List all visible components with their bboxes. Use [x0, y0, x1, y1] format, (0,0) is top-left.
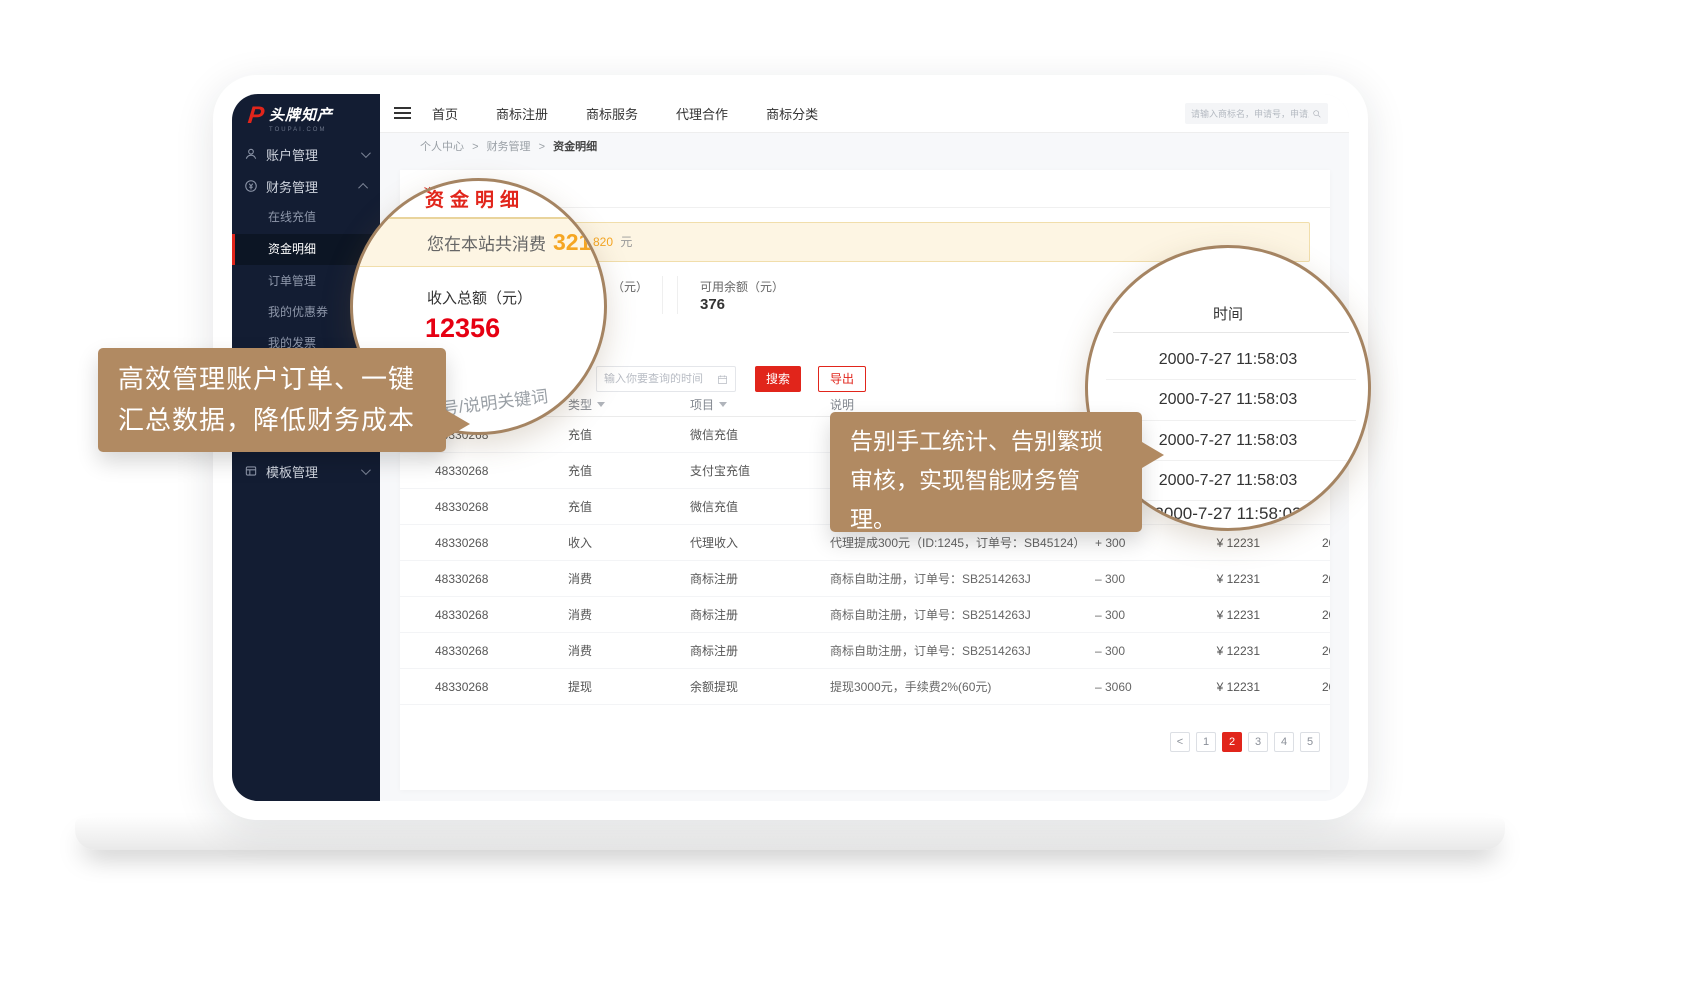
callout-left: 高效管理账户订单、一键 汇总数据，降低财务成本 — [98, 348, 446, 452]
stage: P 头牌知产 TOUPAI.COM 账户管理 财务管理 — [0, 0, 1696, 1002]
chevron-down-icon — [361, 465, 371, 475]
lens-income-value: 12356 — [425, 313, 500, 344]
divider — [1106, 379, 1356, 380]
table-row: 48330268提现 余额提现提现3000元，手续费2%(60元) – 3060… — [400, 669, 1330, 705]
divider — [1106, 500, 1356, 501]
table-row: 48330268消费 商标注册商标自助注册，订单号：SB2514263J – 3… — [400, 561, 1330, 597]
sidebar-item-finance[interactable]: 财务管理 — [232, 172, 380, 200]
trademark-search-box — [1185, 103, 1328, 124]
breadcrumb-finance[interactable]: 财务管理 — [487, 141, 531, 153]
sort-chevron-icon — [719, 402, 727, 407]
laptop-base — [75, 818, 1505, 850]
nav-item-home[interactable]: 首页 — [432, 104, 458, 123]
callout-left-line: 高效管理账户订单、一键 — [118, 359, 426, 400]
breadcrumb-current: 资金明细 — [553, 141, 597, 153]
table-row: 48330268消费 商标注册商标自助注册，订单号：SB2514263J – 3… — [400, 597, 1330, 633]
sort-chevron-icon — [597, 402, 605, 407]
callout-pointer-icon — [1142, 442, 1164, 468]
search-button[interactable]: 搜索 — [755, 366, 801, 392]
callout-right: 告别手工统计、告别繁琐 审核，实现智能财务管 理。 — [830, 412, 1142, 532]
callout-right-line: 告别手工统计、告别繁琐 — [850, 422, 1122, 461]
lens-time-value: 2000-7-27 11:58:03 — [1088, 351, 1368, 369]
user-icon — [244, 147, 258, 161]
pagination-page-5[interactable]: 5 — [1300, 732, 1320, 752]
divider — [1106, 420, 1356, 421]
pagination-page-3[interactable]: 3 — [1248, 732, 1268, 752]
brand-logo-icon: P — [247, 104, 266, 128]
pagination-page-4[interactable]: 4 — [1274, 732, 1294, 752]
available-balance-label: 可用余额（元） — [700, 278, 784, 295]
sidebar-item-template[interactable]: 模板管理 — [232, 457, 380, 485]
search-icon — [1312, 109, 1322, 119]
template-icon — [244, 464, 258, 478]
divider — [1113, 332, 1349, 333]
header-type-sort[interactable]: 类型 — [568, 396, 690, 413]
sidebar-item-label: 财务管理 — [266, 177, 318, 196]
pagination-prev-button[interactable]: < — [1170, 732, 1190, 752]
chevron-up-icon — [358, 182, 368, 192]
header-desc: 说明 — [830, 396, 1095, 413]
chevron-down-icon — [361, 148, 371, 158]
nav-item-trademark-register[interactable]: 商标注册 — [496, 104, 548, 123]
lens-banner-amount: 32124 — [553, 229, 607, 256]
date-query-input[interactable] — [604, 373, 712, 385]
hamburger-menu-icon[interactable] — [394, 107, 411, 122]
breadcrumb-separator: > — [472, 141, 478, 153]
top-navbar: 首页 商标注册 商标服务 代理合作 商标分类 — [380, 94, 1349, 133]
pagination-page-2-active[interactable]: 2 — [1222, 732, 1242, 752]
lens-time-header: 时间 — [1088, 303, 1368, 324]
lens-time-value: 2000-7-27 11:58:03 — [1088, 391, 1368, 409]
nav-item-agent-cooperation[interactable]: 代理合作 — [676, 104, 728, 123]
callout-right-line: 理。 — [850, 500, 1122, 539]
top-navigation: 首页 商标注册 商标服务 代理合作 商标分类 — [432, 94, 818, 133]
trademark-search-input[interactable] — [1191, 109, 1309, 119]
brand-name: 头牌知产 — [269, 104, 333, 125]
divider — [677, 276, 678, 314]
lens-income-label: 收入总额（元） — [427, 287, 532, 308]
lens-banner-prefix: 您在本站共消费 — [427, 230, 546, 255]
breadcrumb: 个人中心 > 财务管理 > 资金明细 — [380, 133, 1349, 161]
table-row: 48330268消费 商标注册商标自助注册，订单号：SB2514263J – 3… — [400, 633, 1330, 669]
header-project-sort[interactable]: 项目 — [690, 396, 830, 413]
lens-tab-text: 资金明细 — [425, 185, 525, 212]
sidebar-item-label: 模板管理 — [266, 462, 318, 481]
callout-right-line: 审核，实现智能财务管 — [850, 461, 1122, 500]
brand-tagline: TOUPAI.COM — [269, 127, 333, 133]
lens-banner-band: 您在本站共消费 32124 — [350, 217, 607, 267]
pagination: < 1 2 3 4 5 — [400, 732, 1320, 752]
pagination-page-1[interactable]: 1 — [1196, 732, 1216, 752]
breadcrumb-personal-center[interactable]: 个人中心 — [420, 141, 464, 153]
divider — [662, 276, 663, 314]
nav-item-trademark-category[interactable]: 商标分类 — [766, 104, 818, 123]
sidebar-item-label: 账户管理 — [266, 145, 318, 164]
available-balance-value: 376 — [700, 296, 725, 313]
export-button[interactable]: 导出 — [818, 366, 866, 392]
callout-left-line: 汇总数据，降低财务成本 — [118, 400, 426, 441]
finance-icon — [244, 179, 258, 193]
sidebar-item-account[interactable]: 账户管理 — [232, 140, 380, 168]
calendar-icon[interactable] — [717, 374, 728, 385]
expense-unit-label: （元） — [612, 278, 648, 295]
breadcrumb-separator: > — [539, 141, 545, 153]
callout-pointer-icon — [446, 410, 470, 438]
brand-logo[interactable]: P 头牌知产 TOUPAI.COM — [248, 104, 333, 133]
nav-item-trademark-service[interactable]: 商标服务 — [586, 104, 638, 123]
date-query-box — [596, 366, 736, 392]
banner-suffix: 元 — [620, 235, 632, 249]
